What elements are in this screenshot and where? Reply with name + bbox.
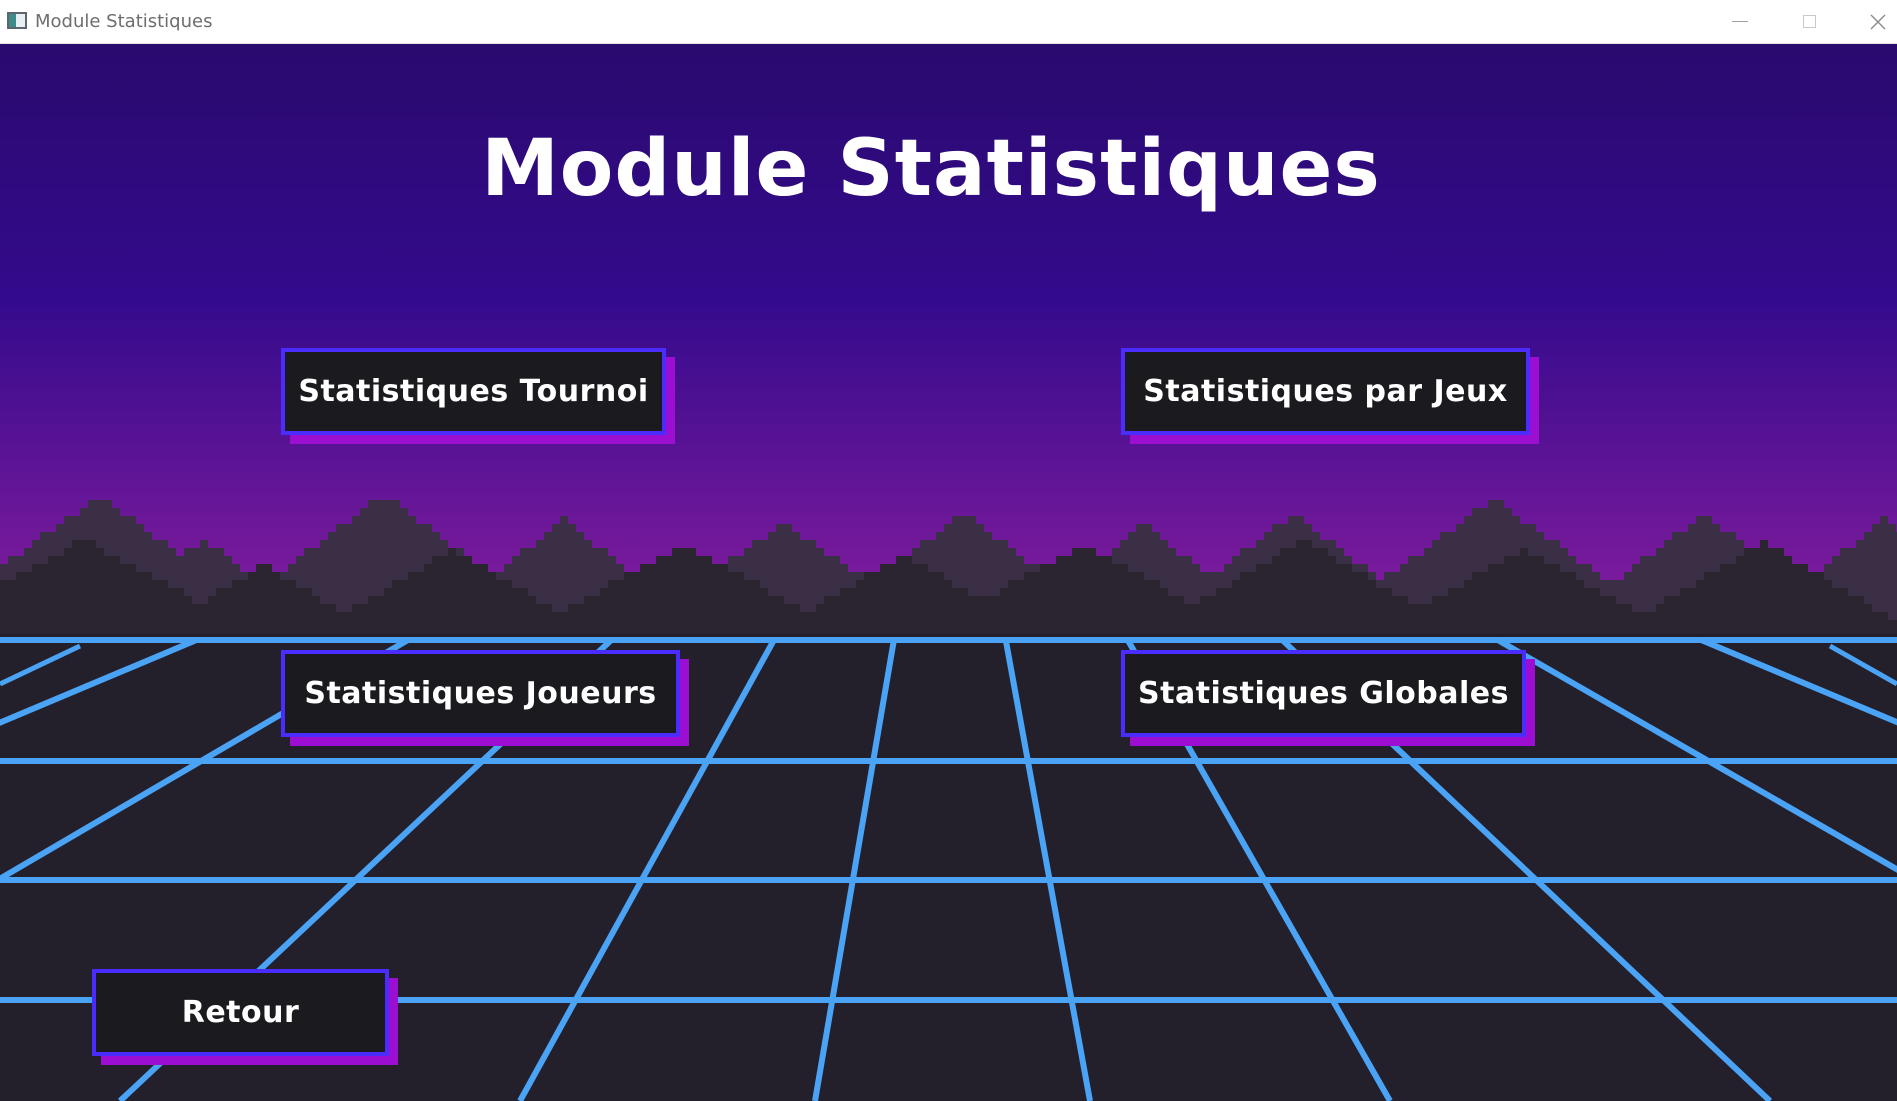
close-button[interactable] xyxy=(1844,0,1897,43)
minimize-icon xyxy=(1732,21,1748,22)
minimize-button[interactable] xyxy=(1706,0,1774,43)
window-title: Module Statistiques xyxy=(35,11,213,32)
stats-joueurs-button[interactable]: Statistiques Joueurs xyxy=(281,650,680,737)
stats-par-jeux-button[interactable]: Statistiques par Jeux xyxy=(1121,348,1530,435)
app-window-icon xyxy=(7,12,27,29)
title-bar: Module Statistiques xyxy=(0,0,1897,44)
stats-tournoi-button[interactable]: Statistiques Tournoi xyxy=(281,348,666,435)
stats-globales-button[interactable]: Statistiques Globales xyxy=(1121,650,1526,737)
maximize-icon xyxy=(1802,15,1816,28)
close-icon xyxy=(1870,14,1886,29)
page-title: Module Statistiques xyxy=(481,124,1381,214)
app-window: Module Statistiques Module Statistiques … xyxy=(0,0,1897,1101)
back-button[interactable]: Retour xyxy=(92,969,389,1056)
maximize-button[interactable] xyxy=(1775,0,1843,43)
retro-background: Module Statistiques Statistiques Tournoi… xyxy=(0,44,1897,1101)
